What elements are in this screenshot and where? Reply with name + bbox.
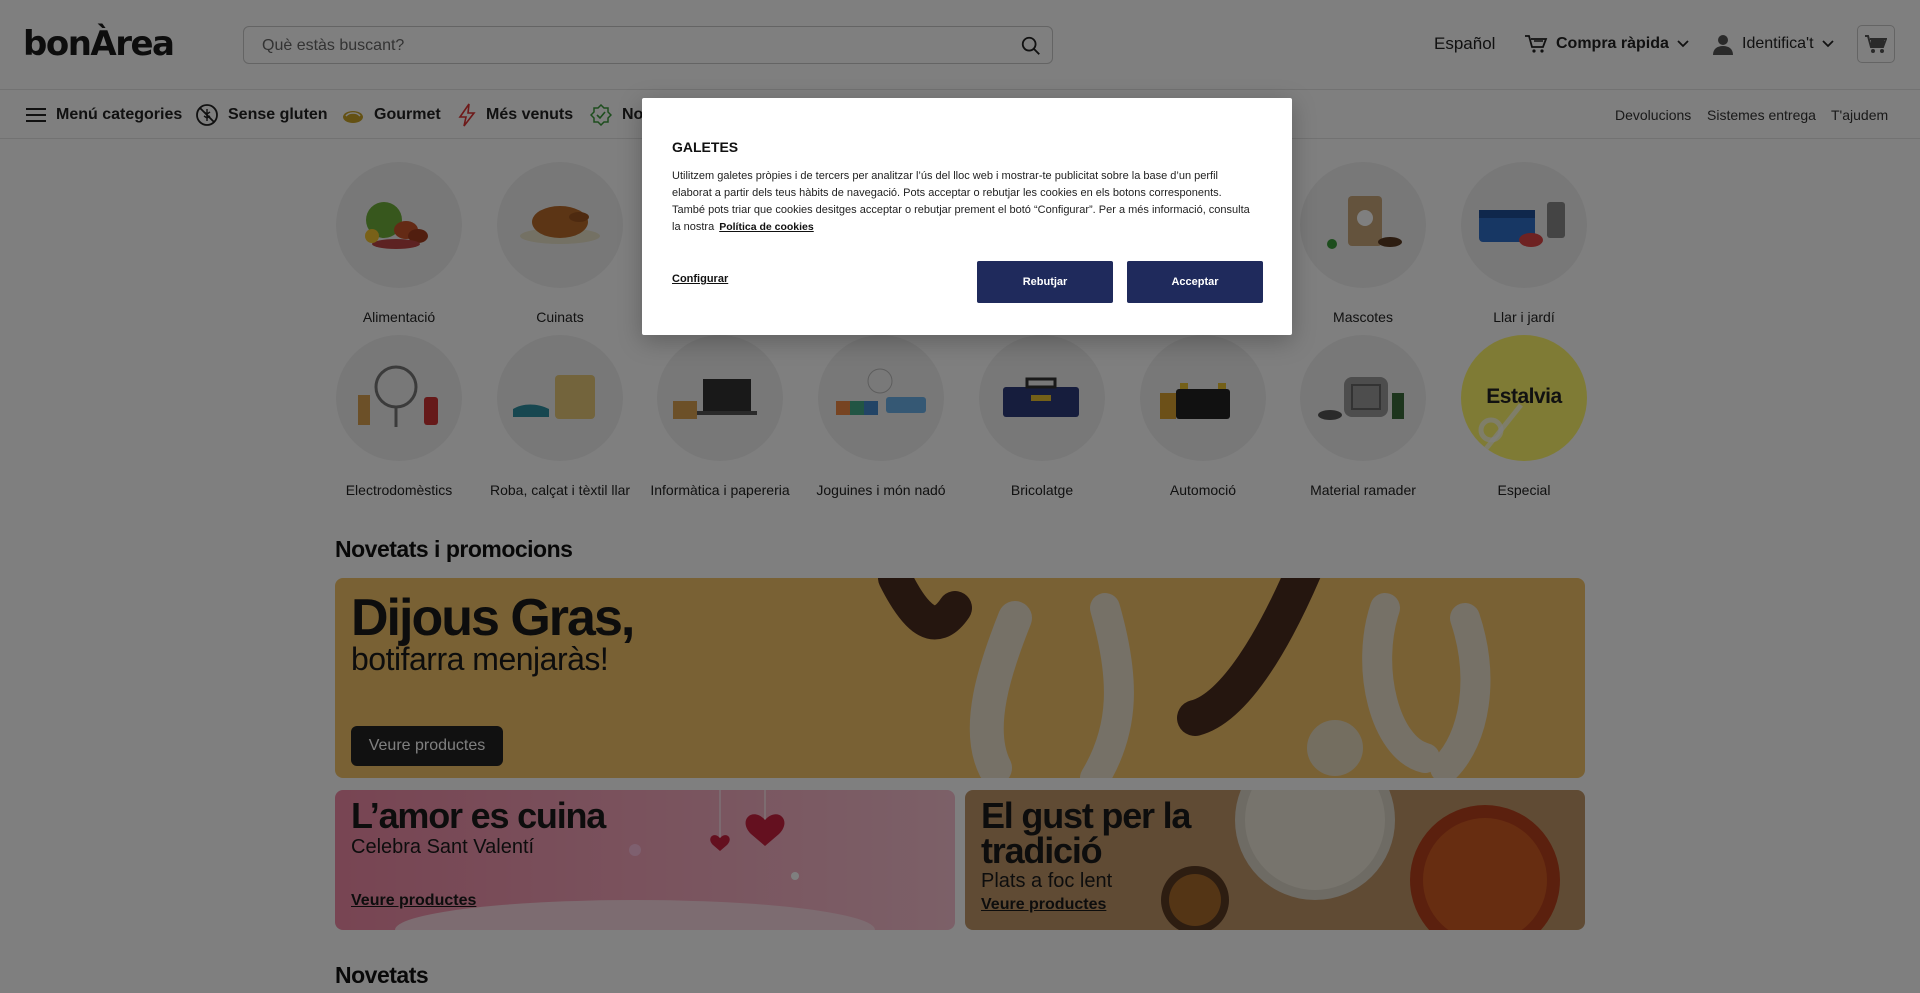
accept-cookies-button[interactable]: Acceptar [1127, 261, 1263, 303]
configure-cookies-link[interactable]: Configurar [672, 273, 728, 285]
cookie-consent-dialog: GALETES Utilitzem galetes pròpies i de t… [642, 98, 1292, 335]
cookie-policy-link[interactable]: Política de cookies [719, 221, 814, 233]
cookie-dialog-title: GALETES [672, 139, 739, 155]
cookie-dialog-text: Utilitzem galetes pròpies i de tercers p… [672, 168, 1257, 236]
reject-cookies-button[interactable]: Rebutjar [977, 261, 1113, 303]
